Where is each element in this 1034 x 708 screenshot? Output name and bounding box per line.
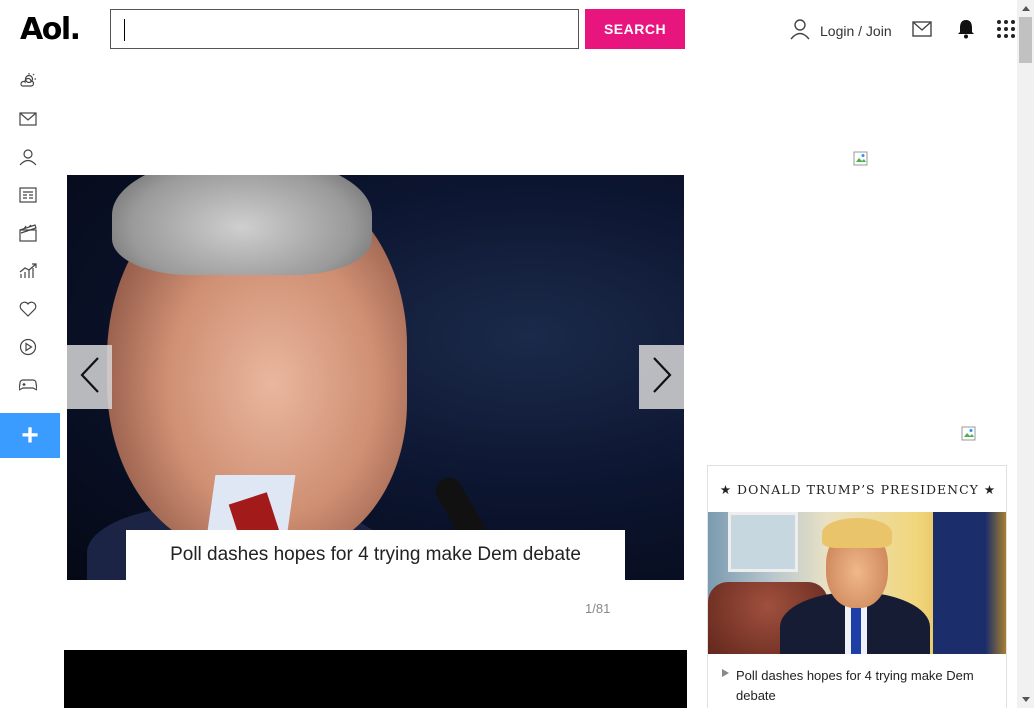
play-circle-icon — [19, 338, 37, 361]
nav-profile[interactable] — [0, 140, 60, 178]
finance-chart-icon — [19, 262, 37, 284]
play-triangle-icon — [722, 669, 729, 677]
card-image[interactable] — [708, 512, 1006, 654]
photo-hair — [822, 518, 892, 548]
nav-finance[interactable] — [0, 254, 60, 292]
nav-lifestyle[interactable] — [0, 292, 60, 330]
login-join-label: Login / Join — [820, 22, 892, 39]
chevron-right-icon — [651, 356, 673, 399]
weather-icon — [19, 72, 37, 95]
next-slide-button[interactable] — [639, 345, 684, 409]
heart-icon — [19, 301, 37, 322]
prev-slide-button[interactable] — [67, 345, 112, 409]
slideshow-image[interactable] — [67, 175, 684, 580]
apps-grid-icon[interactable] — [996, 19, 1016, 44]
slide-counter: 1/81 — [585, 601, 611, 616]
aol-logo[interactable]: Aol. — [20, 12, 81, 47]
slide-caption[interactable]: Poll dashes hopes for 4 trying make Dem … — [126, 530, 625, 580]
nav-mail[interactable] — [0, 102, 60, 140]
topic-card[interactable]: ★ DONALD TRUMP’S PRESIDENCY ★ Poll dashe… — [707, 465, 1007, 708]
nav-weather[interactable] — [0, 64, 60, 102]
scroll-down-arrow-icon[interactable] — [1017, 691, 1034, 708]
bell-icon[interactable] — [957, 19, 975, 44]
profile-icon — [19, 148, 37, 171]
photo-hair — [112, 175, 372, 275]
scroll-up-arrow-icon[interactable] — [1017, 0, 1034, 17]
vertical-scrollbar[interactable] — [1017, 0, 1034, 708]
mail-icon — [19, 111, 37, 131]
broken-image-icon — [961, 426, 977, 447]
scroll-thumb[interactable] — [1019, 17, 1032, 63]
clapperboard-icon — [19, 223, 37, 247]
card-title[interactable]: ★ DONALD TRUMP’S PRESIDENCY ★ — [708, 482, 1008, 497]
search-input[interactable] — [110, 9, 579, 49]
nav-news[interactable] — [0, 178, 60, 216]
video-player[interactable] — [64, 650, 687, 708]
login-join-link[interactable]: Login / Join — [790, 18, 892, 43]
user-icon — [790, 18, 810, 43]
photo-window — [728, 512, 798, 572]
nav-video[interactable] — [0, 330, 60, 368]
card-headline-link[interactable]: Poll dashes hopes for 4 trying make Dem … — [722, 666, 1002, 706]
search-button[interactable]: SEARCH — [585, 9, 685, 49]
left-nav — [0, 64, 60, 406]
add-button[interactable]: + — [0, 413, 60, 458]
broken-image-icon — [853, 151, 869, 172]
card-headline: Poll dashes hopes for 4 trying make Dem … — [736, 668, 974, 703]
gamepad-icon — [18, 378, 38, 397]
text-caret — [124, 19, 125, 41]
photo-tie — [851, 604, 861, 654]
chevron-left-icon — [79, 356, 101, 399]
nav-entertainment[interactable] — [0, 216, 60, 254]
news-icon — [19, 186, 37, 208]
photo-flag — [933, 512, 1006, 654]
nav-games[interactable] — [0, 368, 60, 406]
mail-icon[interactable] — [912, 21, 932, 42]
